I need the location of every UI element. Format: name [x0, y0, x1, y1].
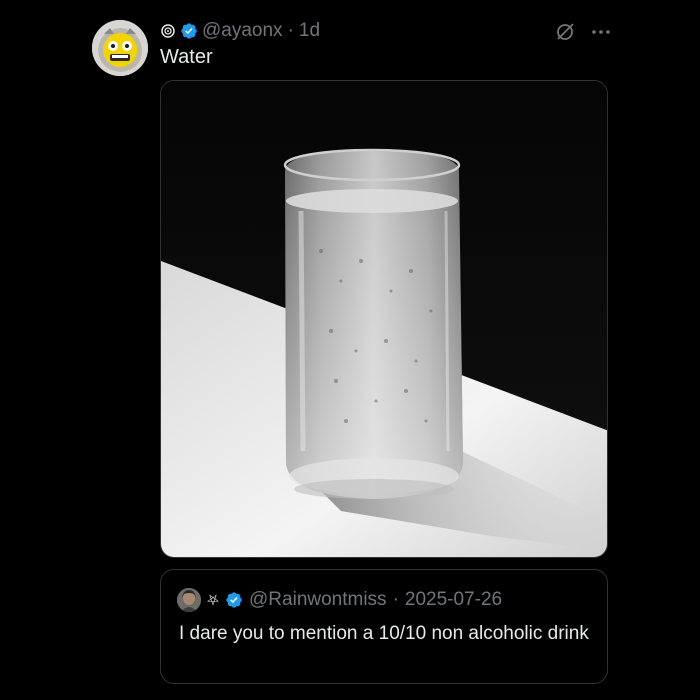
- more-icon[interactable]: [590, 21, 612, 43]
- quoted-author-avatar[interactable]: [177, 588, 201, 612]
- pentagram-icon: ⛧: [207, 591, 220, 609]
- spiral-icon: [161, 24, 175, 38]
- author-avatar[interactable]: [92, 20, 148, 76]
- post-media[interactable]: [160, 80, 608, 558]
- post-time[interactable]: 1d: [299, 20, 320, 42]
- grok-icon[interactable]: [554, 21, 576, 43]
- post-actions: [554, 21, 612, 43]
- quoted-avatar-image: [177, 588, 201, 612]
- header-separator: ·: [287, 20, 294, 41]
- quoted-post[interactable]: ⛧ @Rainwontmiss · 2025-07-26 I dare you …: [160, 569, 608, 684]
- author-handle[interactable]: @ayaonx: [202, 20, 283, 42]
- quoted-header-separator: ·: [392, 589, 399, 610]
- avatar-image: [92, 20, 148, 76]
- quoted-post-date[interactable]: 2025-07-26: [405, 589, 502, 611]
- post-header: @ayaonx · 1d: [160, 20, 320, 42]
- post-text: Water: [160, 46, 213, 68]
- quoted-verified-badge-icon: [226, 592, 242, 608]
- quoted-post-text: I dare you to mention a 10/10 non alcoho…: [179, 623, 589, 644]
- quoted-author-handle[interactable]: @Rainwontmiss: [249, 589, 387, 611]
- verified-badge-icon: [181, 23, 197, 39]
- quoted-post-header: ⛧ @Rainwontmiss · 2025-07-26: [177, 588, 502, 612]
- water-glass-image: [161, 81, 607, 557]
